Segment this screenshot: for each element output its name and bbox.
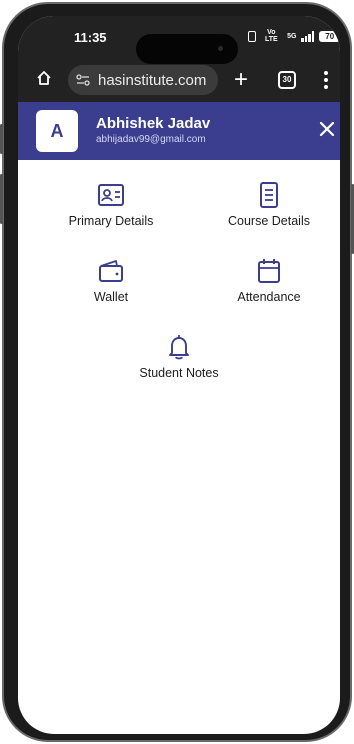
user-name: Abhishek Jadav bbox=[96, 115, 211, 132]
profile-header: A Abhishek Jadav abhijadav99@gmail.com bbox=[18, 102, 340, 160]
screen: 11:35 Vo LTE 5G 70 hasinstitute.com + 30… bbox=[18, 16, 340, 734]
new-tab-icon[interactable]: + bbox=[234, 68, 248, 92]
side-button bbox=[0, 174, 3, 224]
status-bar: 11:35 Vo LTE 5G 70 bbox=[18, 16, 340, 64]
menu-item-course-details[interactable]: Course Details bbox=[204, 182, 334, 228]
menu-item-primary-details[interactable]: Primary Details bbox=[46, 182, 176, 228]
menu-label: Attendance bbox=[237, 290, 301, 304]
calendar-icon bbox=[258, 259, 280, 283]
tabs-count-button[interactable]: 30 bbox=[278, 71, 296, 89]
volte-label: Vo LTE bbox=[265, 29, 278, 43]
phone-frame: 11:35 Vo LTE 5G 70 hasinstitute.com + 30… bbox=[0, 2, 354, 742]
url-bar[interactable]: hasinstitute.com bbox=[68, 65, 218, 95]
vibrate-icon bbox=[248, 30, 256, 42]
status-time: 11:35 bbox=[74, 30, 107, 45]
url-text[interactable]: hasinstitute.com bbox=[98, 72, 206, 89]
more-menu-icon[interactable] bbox=[324, 71, 328, 89]
status-icons: Vo LTE 5G 70 bbox=[248, 29, 340, 43]
home-icon[interactable] bbox=[36, 70, 52, 86]
document-icon bbox=[260, 182, 278, 208]
wallet-icon bbox=[99, 260, 123, 282]
camera-dot bbox=[218, 46, 223, 51]
menu-item-attendance[interactable]: Attendance bbox=[204, 258, 334, 304]
network-label: 5G bbox=[287, 32, 297, 40]
menu-item-student-notes[interactable]: Student Notes bbox=[114, 334, 244, 380]
bell-icon bbox=[169, 335, 189, 360]
avatar: A bbox=[36, 110, 78, 152]
close-icon[interactable] bbox=[318, 120, 336, 138]
signal-icon bbox=[301, 30, 315, 42]
id-card-icon bbox=[98, 184, 124, 206]
user-email: abhijadav99@gmail.com bbox=[96, 134, 206, 145]
menu-label: Student Notes bbox=[139, 366, 219, 380]
menu-label: Primary Details bbox=[68, 214, 154, 228]
browser-bar: hasinstitute.com + 30 bbox=[18, 60, 340, 100]
side-button bbox=[0, 124, 3, 154]
browser-chrome: 11:35 Vo LTE 5G 70 hasinstitute.com + 30 bbox=[18, 16, 340, 102]
site-settings-icon[interactable] bbox=[76, 74, 90, 86]
menu-item-wallet[interactable]: Wallet bbox=[46, 258, 176, 304]
menu-label: Wallet bbox=[93, 290, 129, 304]
battery-icon: 70 bbox=[319, 30, 340, 42]
menu-label: Course Details bbox=[228, 214, 310, 228]
